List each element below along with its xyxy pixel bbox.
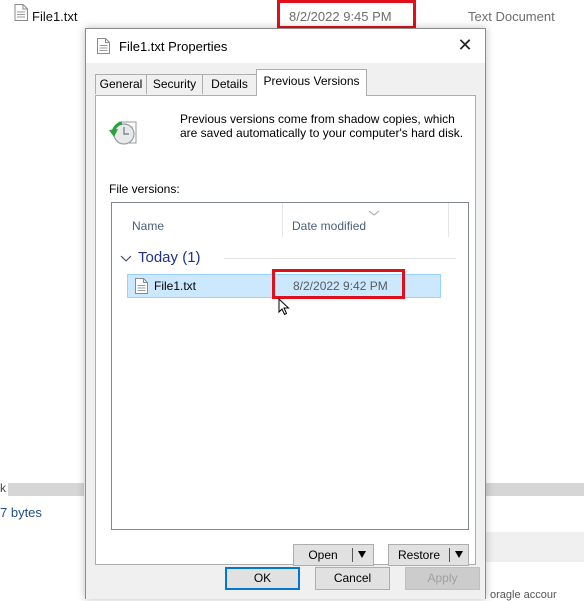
open-split-button[interactable]: Open: [293, 544, 374, 566]
close-icon: ✕: [457, 35, 473, 55]
dropdown-arrow-icon[interactable]: [455, 551, 463, 558]
explorer-file-name: File1.txt: [32, 9, 78, 24]
restore-split-button[interactable]: Restore: [388, 544, 469, 566]
file-versions-list[interactable]: Name Date modified Today (1) File1.txt 8…: [111, 202, 469, 530]
explorer-bottom-bar: [486, 532, 584, 562]
split-separator: [449, 548, 450, 562]
close-button[interactable]: ✕: [445, 29, 485, 63]
chevron-down-icon[interactable]: [120, 252, 132, 266]
dialog-titlebar[interactable]: File1.txt Properties ✕: [86, 29, 485, 63]
cancel-button[interactable]: Cancel: [315, 567, 390, 590]
dialog-title: File1.txt Properties: [119, 39, 228, 54]
highlight-box-explorer-date: [277, 0, 416, 29]
tab-previous-versions[interactable]: Previous Versions: [256, 69, 367, 96]
file-versions-label: File versions:: [109, 182, 180, 196]
column-separator[interactable]: [448, 203, 449, 237]
explorer-file-type: Text Document: [468, 9, 555, 24]
group-divider: [224, 258, 456, 259]
text-file-icon: [135, 278, 148, 297]
tab-general[interactable]: General: [95, 74, 147, 94]
ok-button[interactable]: OK: [225, 567, 300, 590]
info-text: Previous versions come from shadow copie…: [180, 112, 464, 140]
explorer-scrollbar[interactable]: [8, 483, 84, 496]
column-header-name[interactable]: Name: [132, 203, 164, 237]
column-header-date-modified[interactable]: Date modified: [292, 203, 366, 237]
restore-button-label: Restore: [397, 548, 441, 562]
apply-button[interactable]: Apply: [405, 567, 480, 590]
text-file-icon: [14, 4, 28, 24]
explorer-fragment-text: k: [0, 481, 6, 495]
restore-history-icon: [106, 112, 146, 155]
group-label: Today (1): [138, 249, 201, 266]
mouse-cursor-icon: [278, 297, 290, 319]
explorer-size-text: 7 bytes: [0, 505, 42, 520]
dropdown-arrow-icon[interactable]: [358, 551, 366, 558]
properties-dialog: File1.txt Properties ✕ General Security …: [85, 28, 486, 599]
explorer-scrollbar-right[interactable]: [486, 483, 584, 496]
split-separator: [352, 548, 353, 562]
open-button-label: Open: [308, 548, 338, 562]
text-file-icon: [97, 38, 110, 57]
row-file-name: File1.txt: [154, 279, 197, 293]
tab-security[interactable]: Security: [146, 74, 203, 94]
previous-versions-panel: Previous versions come from shadow copie…: [95, 95, 476, 566]
sort-chevron-icon: [368, 206, 380, 220]
column-separator[interactable]: [282, 203, 283, 237]
group-header-today[interactable]: Today (1): [120, 247, 460, 269]
explorer-cut-text: oragle accour: [490, 589, 557, 601]
highlight-box-version-date: [272, 269, 405, 299]
tab-details[interactable]: Details: [202, 74, 257, 94]
